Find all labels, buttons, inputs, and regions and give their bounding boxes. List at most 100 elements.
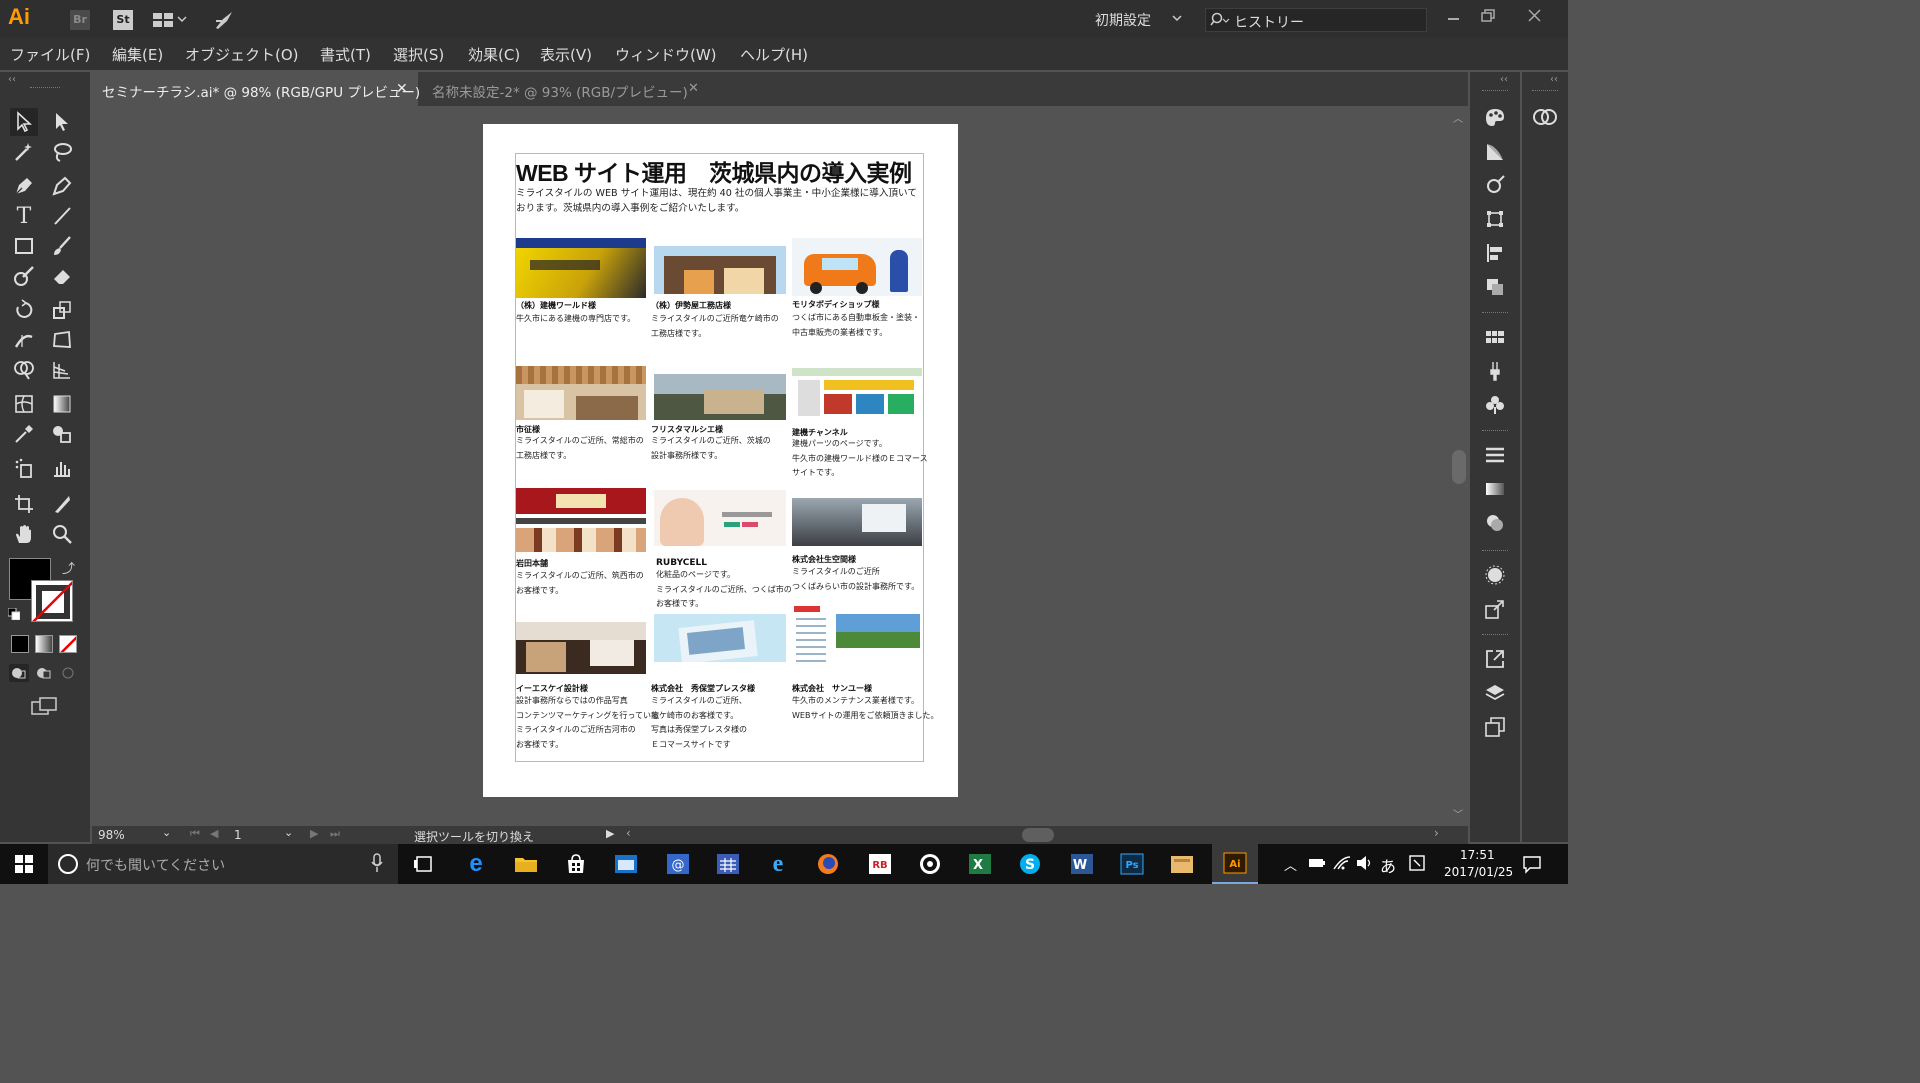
clock-date[interactable]: 2017/01/25	[1444, 865, 1513, 879]
thumbnail-morita-body-shop[interactable]	[792, 238, 922, 296]
brushes-panel-icon[interactable]	[1480, 356, 1510, 386]
menu-effect[interactable]: 効果(C)	[468, 44, 520, 65]
photoshop-icon[interactable]: Ps	[1114, 849, 1150, 879]
firefox-icon[interactable]	[810, 849, 846, 879]
graphic-styles-panel-icon[interactable]	[1480, 560, 1510, 590]
tab-seminar-flyer[interactable]: セミナーチラシ.ai* @ 98% (RGB/GPU プレビュー) ✕	[92, 72, 420, 106]
case-name[interactable]: （株）建機ワールド様	[516, 300, 596, 311]
scale-tool-icon[interactable]	[48, 296, 76, 324]
transparency-panel-icon[interactable]	[1480, 508, 1510, 538]
action-center-icon[interactable]	[1522, 854, 1542, 878]
gradient-mode-icon[interactable]	[35, 635, 53, 653]
width-tool-icon[interactable]	[10, 326, 38, 354]
menu-file[interactable]: ファイル(F)	[10, 44, 90, 65]
gpu-performance-icon[interactable]	[213, 9, 235, 35]
collapse-dock-icon[interactable]: ‹‹	[1550, 74, 1558, 85]
collapse-panel-icon[interactable]: ‹‹	[8, 74, 16, 85]
gradient-tool-icon[interactable]	[48, 390, 76, 418]
direct-selection-tool-icon[interactable]	[48, 108, 76, 136]
ime-mode-icon[interactable]	[1408, 854, 1426, 876]
artboard-number-select[interactable]: 1 ⌄	[228, 826, 298, 844]
document-title[interactable]: WEB サイト運用 茨城県内の導入実例	[516, 154, 924, 188]
case-description[interactable]: ミライスタイルのご近所、 龍ケ崎市のお客様です。 写真は秀保堂プレスタ様の Ｅコ…	[651, 694, 747, 752]
store-icon[interactable]	[558, 849, 594, 879]
thumbnail-esk-sekkei[interactable]	[516, 614, 646, 674]
bridge-button[interactable]: Br	[70, 10, 90, 30]
case-description[interactable]: ミライスタイルのご近所竜ケ崎市の 工務店様です。	[651, 312, 779, 341]
artboard-tool-icon[interactable]	[10, 490, 38, 518]
case-name[interactable]: 株式会社生空間様	[792, 554, 856, 565]
status-menu-icon[interactable]: ▶	[606, 827, 614, 840]
magic-wand-tool-icon[interactable]	[10, 138, 38, 166]
eyedropper-tool-icon[interactable]	[10, 420, 38, 448]
thumbnail-kenki-world[interactable]	[516, 238, 646, 298]
shape-builder-tool-icon[interactable]	[10, 356, 38, 384]
close-icon[interactable]	[1526, 6, 1544, 26]
rotate-tool-icon[interactable]	[10, 296, 38, 324]
case-description[interactable]: つくば市にある自動車板金・塗装・ 中古車販売の業者様です。	[792, 311, 920, 340]
pathfinder-panel-icon[interactable]	[1480, 272, 1510, 302]
pen-tool-icon[interactable]	[10, 172, 38, 200]
battery-icon[interactable]	[1308, 856, 1326, 874]
calendar-app-icon[interactable]	[710, 849, 746, 879]
artboards-panel-icon[interactable]	[1480, 712, 1510, 742]
thumbnail-kenki-channel[interactable]	[792, 364, 922, 420]
draw-normal-icon[interactable]	[9, 664, 29, 682]
menu-select[interactable]: 選択(S)	[393, 44, 444, 65]
excel-icon[interactable]: X	[962, 849, 998, 879]
thumbnail-rubycell[interactable]	[654, 490, 786, 546]
arrange-documents-icon[interactable]	[152, 11, 188, 33]
default-fill-stroke-icon[interactable]	[7, 607, 21, 621]
scrollbar-thumb[interactable]	[1452, 450, 1466, 484]
word-icon[interactable]: W	[1064, 849, 1100, 879]
blend-tool-icon[interactable]	[48, 420, 76, 448]
zoom-select[interactable]: 98% ⌄	[92, 826, 178, 844]
perspective-grid-tool-icon[interactable]	[48, 356, 76, 384]
menu-view[interactable]: 表示(V)	[540, 44, 592, 65]
case-description[interactable]: ミライスタイルのご近所、常総市の 工務店様です。	[516, 434, 644, 463]
mail-app-icon[interactable]: @	[660, 849, 696, 879]
case-name[interactable]: 株式会社 秀保堂プレスタ様	[651, 683, 755, 694]
menu-help[interactable]: ヘルプ(H)	[740, 44, 808, 65]
scroll-left-icon[interactable]: ‹	[626, 826, 631, 840]
symbols-panel-icon[interactable]	[1480, 390, 1510, 420]
last-artboard-icon[interactable]: ⏭	[330, 827, 340, 841]
color-panel-icon[interactable]	[1480, 102, 1510, 132]
app-rb-icon[interactable]: RB	[862, 849, 898, 879]
curvature-tool-icon[interactable]	[48, 172, 76, 200]
case-name[interactable]: （株）伊勢屋工務店様	[651, 300, 731, 311]
workspace-switcher[interactable]: 初期設定	[1085, 6, 1190, 32]
scroll-up-icon[interactable]: ︿	[1453, 110, 1463, 125]
mesh-tool-icon[interactable]	[10, 390, 38, 418]
restore-icon[interactable]	[1480, 7, 1498, 27]
stroke-panel-icon[interactable]	[1480, 440, 1510, 470]
paintbrush-tool-icon[interactable]	[48, 232, 76, 260]
free-transform-tool-icon[interactable]	[48, 326, 76, 354]
minimize-icon[interactable]	[1445, 8, 1463, 28]
thumbnail-iwata-honpo[interactable]	[516, 488, 646, 552]
thumbnail-iseya-komuten[interactable]	[654, 238, 786, 294]
case-description[interactable]: ミライスタイルのご近所、筑西市の お客様です。	[516, 569, 644, 598]
case-name[interactable]: 株式会社 サンユー様	[792, 683, 872, 694]
gradient-panel-icon[interactable]	[1480, 474, 1510, 504]
first-artboard-icon[interactable]: ⏮	[190, 827, 200, 841]
case-name[interactable]: モリタボディショップ様	[792, 299, 879, 310]
case-description[interactable]: 建機パーツのページです。 牛久市の建機ワールド様のＥコマース サイトです。	[792, 437, 928, 481]
thumbnail-seikukan[interactable]	[792, 490, 922, 546]
shaper-tool-icon[interactable]	[10, 262, 38, 290]
hand-tool-icon[interactable]	[10, 520, 38, 548]
media-player-icon[interactable]	[912, 849, 948, 879]
type-tool-icon[interactable]: T	[10, 202, 38, 230]
thumbnail-sanyu[interactable]	[792, 604, 922, 668]
app-folder-icon[interactable]	[1164, 849, 1200, 879]
draw-inside-icon[interactable]	[59, 664, 79, 682]
appearance-panel-icon[interactable]	[1480, 170, 1510, 200]
symbol-sprayer-tool-icon[interactable]	[10, 454, 38, 482]
help-search-field[interactable]: ヒストリー	[1205, 8, 1427, 32]
thumbnail-shuhodo-presta[interactable]	[654, 614, 786, 662]
illustrator-taskbar-icon[interactable]: Ai	[1212, 844, 1258, 884]
case-description[interactable]: 化粧品のページです。 ミライスタイルのご近所、つくば市の お客様です。	[656, 568, 792, 612]
menu-edit[interactable]: 編集(E)	[112, 44, 163, 65]
clock-time[interactable]: 17:51	[1460, 848, 1495, 862]
transform-panel-icon[interactable]	[1480, 204, 1510, 234]
